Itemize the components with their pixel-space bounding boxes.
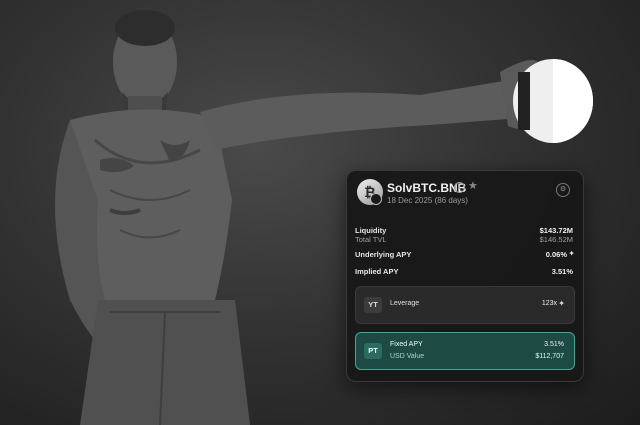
- liquidity-label: Liquidity: [355, 226, 387, 235]
- pt-sub-label: USD Value: [390, 353, 425, 360]
- star-icon[interactable]: ★: [468, 179, 478, 192]
- liquidity-value: $143.72M: [539, 226, 573, 235]
- sparkle-icon: ✦: [558, 299, 565, 308]
- pt-fixed-apy-option[interactable]: PT Fixed APY USD Value 3.51% $112,707: [355, 332, 575, 370]
- pt-sub-value: $112,707: [535, 353, 564, 360]
- tvl-value: $146.52M: [539, 235, 573, 244]
- sparkle-icon: ✦: [568, 249, 575, 258]
- pt-tag: PT: [364, 343, 382, 359]
- pt-value: 3.51%: [544, 341, 564, 348]
- implied-apy-value: 3.51%: [551, 267, 573, 276]
- yt-leverage-option[interactable]: YT Leverage 123x ✦: [355, 286, 575, 324]
- market-card[interactable]: ₿ SolvBTC.BNB i ★ 18 Dec 2025 (86 days) …: [346, 170, 584, 382]
- maturity-date: 18 Dec 2025 (86 days): [387, 196, 468, 205]
- chain-badge-icon: [370, 193, 382, 205]
- implied-apy-label: Implied APY: [355, 267, 399, 276]
- tvl-label: Total TVL: [355, 235, 387, 244]
- underlying-apy-value: 0.06%: [545, 250, 567, 259]
- pt-label: Fixed APY: [390, 341, 423, 348]
- floating-disc: [513, 59, 593, 143]
- yt-tag: YT: [364, 297, 382, 313]
- info-icon[interactable]: i: [454, 182, 465, 193]
- yt-value: 123x: [541, 300, 557, 307]
- yt-label: Leverage: [390, 300, 420, 307]
- underlying-apy-label: Underlying APY: [355, 250, 412, 259]
- settings-icon[interactable]: ⚙: [556, 183, 570, 197]
